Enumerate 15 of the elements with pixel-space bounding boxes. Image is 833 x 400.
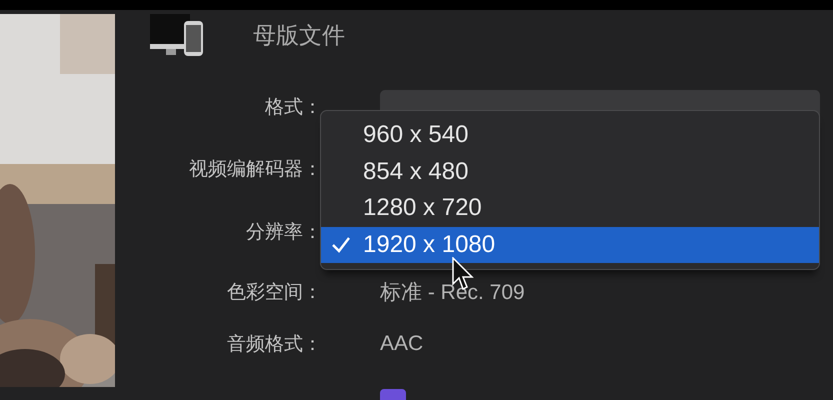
setting-label: 格式： (264, 96, 322, 120)
checkmark-icon (331, 236, 351, 254)
checkbox-icon[interactable] (380, 389, 406, 400)
section-title: 母版文件 (253, 20, 345, 50)
menu-item[interactable]: 854 x 480 (321, 154, 819, 190)
setting-label: 视频编解码器： (188, 158, 322, 182)
setting-label: 色彩空间： (226, 281, 322, 305)
setting-label: 分辨率： (245, 221, 322, 245)
computer-phone-icon (150, 14, 205, 56)
setting-value: AAC (380, 332, 424, 356)
menu-item[interactable]: 960 x 540 (321, 117, 819, 154)
menu-item[interactable]: 1280 x 720 (321, 190, 819, 226)
setting-label: 音频格式： (226, 333, 322, 357)
menu-item[interactable]: 1920 x 1080 (321, 226, 819, 263)
setting-value: 标准 - Rec. 709 (380, 280, 526, 306)
